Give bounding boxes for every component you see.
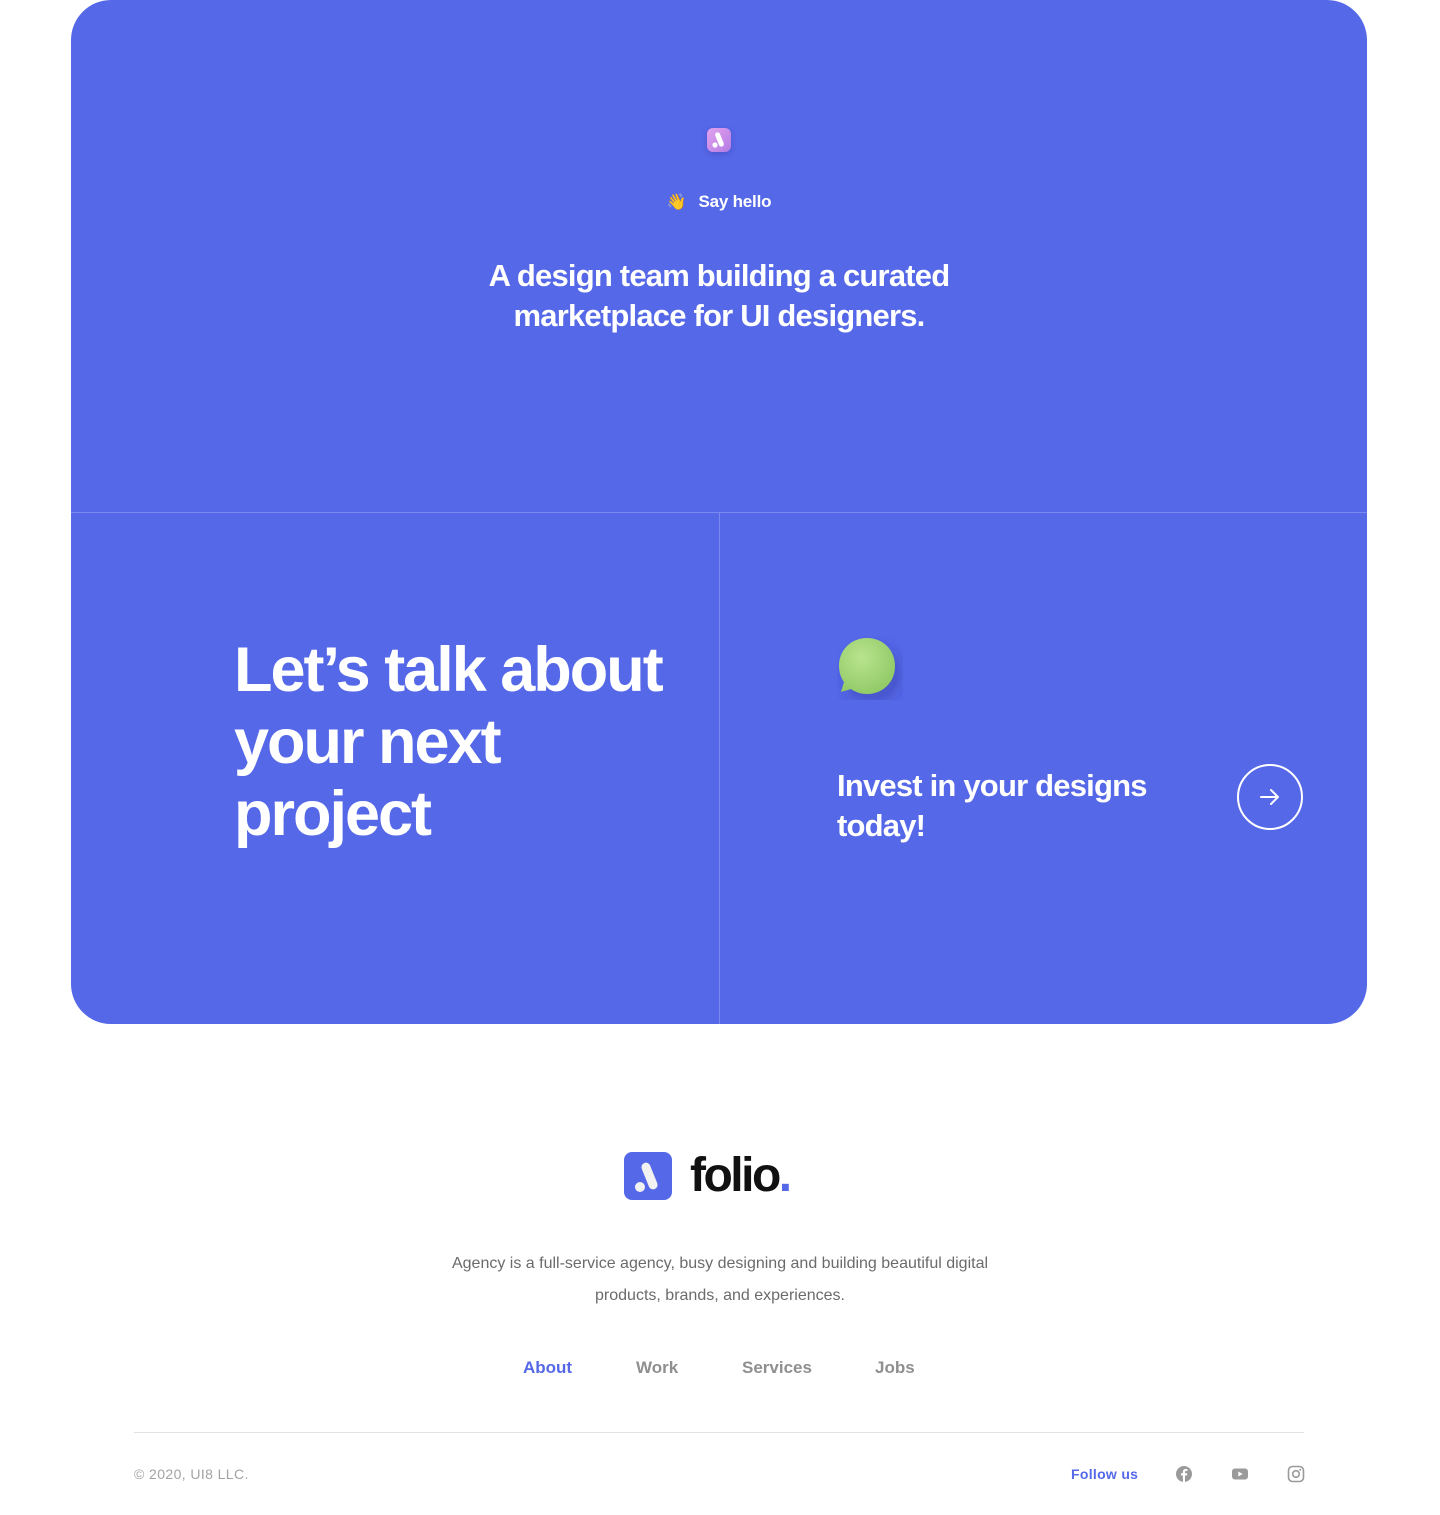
arrow-right-icon xyxy=(1260,789,1279,805)
chat-bubble-icon xyxy=(837,636,903,700)
app-logo-icon xyxy=(707,128,731,152)
waving-hand-icon: 👋 xyxy=(666,194,687,211)
copyright-text: © 2020, UI8 LLC. xyxy=(134,1466,249,1482)
lets-talk-heading: Let’s talk about your next project xyxy=(234,635,664,849)
facebook-icon[interactable] xyxy=(1175,1465,1193,1483)
logo-text: folio xyxy=(690,1149,781,1202)
next-arrow-button[interactable] xyxy=(1237,764,1303,830)
say-hello-label: 👋 Say hello xyxy=(71,192,1367,212)
logo-wordmark: folio. xyxy=(690,1148,792,1204)
footer-logo[interactable]: folio. xyxy=(624,1149,804,1202)
invest-heading: Invest in your designs today! xyxy=(837,768,1148,843)
vertical-divider xyxy=(719,513,720,1024)
nav-link-about[interactable]: About xyxy=(523,1358,572,1378)
hero-top-section: 👋 Say hello A design team building a cura… xyxy=(71,0,1367,512)
footer-description: Agency is a full-service agency, busy de… xyxy=(451,1255,989,1304)
hero-tagline: A design team building a curated marketp… xyxy=(488,258,951,333)
youtube-icon[interactable] xyxy=(1231,1465,1249,1483)
follow-us-label: Follow us xyxy=(1071,1466,1139,1482)
contact-hero-card: 👋 Say hello A design team building a cura… xyxy=(71,0,1367,1024)
footer-nav: About Work Services Jobs xyxy=(490,1358,950,1386)
instagram-icon[interactable] xyxy=(1287,1465,1305,1483)
logo-dot: . xyxy=(778,1149,792,1202)
say-hello-text: Say hello xyxy=(698,192,772,211)
nav-link-work[interactable]: Work xyxy=(636,1358,678,1378)
logo-mark-icon xyxy=(624,1152,672,1200)
footer-divider xyxy=(134,1432,1304,1433)
nav-link-jobs[interactable]: Jobs xyxy=(875,1358,915,1378)
nav-link-services[interactable]: Services xyxy=(742,1358,812,1378)
